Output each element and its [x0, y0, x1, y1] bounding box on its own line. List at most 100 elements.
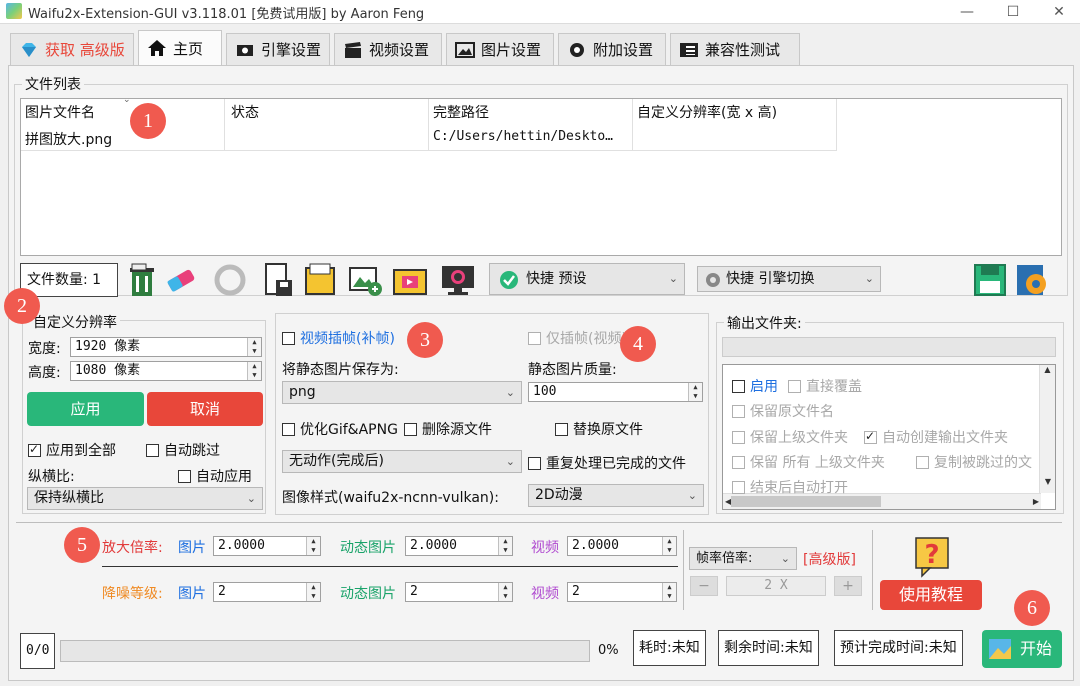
auto-skip-checkbox[interactable]: 自动跳过 [146, 440, 220, 460]
tab-video[interactable]: 视频设置 [334, 33, 442, 65]
divider [102, 566, 678, 567]
scroll-up-icon[interactable]: ▲ [1040, 365, 1055, 374]
after-action-dropdown[interactable]: 无动作(完成后) ⌄ [282, 450, 522, 473]
keep-parent-checkbox[interactable]: 保留上级文件夹 [732, 427, 848, 447]
enable-output-checkbox[interactable]: 启用 [732, 376, 778, 396]
spin-arrows-icon[interactable]: ▲ ▼ [306, 537, 320, 555]
auto-create-folder-checkbox[interactable]: 自动创建输出文件夹 [864, 427, 1008, 447]
header-path[interactable]: 完整路径 [433, 102, 489, 122]
height-label: 高度: [28, 365, 61, 381]
start-button[interactable]: 开始 [982, 630, 1062, 668]
header-status[interactable]: 状态 [231, 102, 259, 122]
format-dropdown[interactable]: png ⌄ [282, 381, 522, 404]
spin-arrows-icon[interactable]: ▲ ▼ [306, 583, 320, 601]
apply-button[interactable]: 应用 [27, 392, 144, 426]
tab-label: 附加设置 [593, 41, 654, 59]
spin-arrows-icon[interactable]: ▲ ▼ [247, 338, 261, 356]
height-input[interactable]: 1080 像素 ▲ ▼ [70, 361, 262, 381]
header-filename[interactable]: 图片文件名 [25, 102, 95, 122]
auto-open-checkbox[interactable]: 结束后自动打开 [732, 477, 848, 497]
spin-arrows-icon[interactable]: ▲ ▼ [662, 537, 676, 555]
auto-apply-checkbox[interactable]: 自动应用 [178, 466, 252, 486]
quality-input[interactable]: 100 ▲ ▼ [528, 382, 703, 402]
progress-count: 0/0 [20, 633, 56, 669]
style-label: 图像样式(waifu2x-ncnn-vulkan): [282, 490, 499, 506]
keep-filename-checkbox[interactable]: 保留原文件名 [732, 401, 834, 421]
scroll-thumb[interactable] [731, 496, 881, 507]
frame-plus-button[interactable]: + [834, 576, 862, 596]
maximize-button[interactable]: ☐ [990, 0, 1036, 24]
overwrite-checkbox[interactable]: 直接覆盖 [788, 376, 862, 396]
settings-file-icon[interactable] [1014, 262, 1050, 298]
optimize-gif-checkbox[interactable]: 优化Gif&APNG [282, 419, 398, 439]
tab-image[interactable]: 图片设置 [446, 33, 554, 65]
eraser-icon[interactable] [164, 262, 200, 298]
video-interpolation-checkbox[interactable]: 视频插帧(补帧) [282, 328, 395, 348]
settings-icon [567, 41, 587, 59]
spin-arrows-icon[interactable]: ▲ ▼ [498, 537, 512, 555]
spin-arrows-icon[interactable]: ▲ ▼ [688, 383, 702, 401]
monitor-power-icon[interactable] [440, 262, 476, 298]
keep-all-parent-checkbox[interactable]: 保留 所有 上级文件夹 [732, 452, 885, 472]
interpolation-only-checkbox[interactable]: 仅插帧(视频) [528, 328, 627, 348]
replace-original-checkbox[interactable]: 替换原文件 [555, 419, 643, 439]
engine-switch-dropdown[interactable]: 快捷 引擎切换 ⌄ [697, 266, 881, 292]
divider [872, 530, 873, 610]
tab-label: 获取 高级版 [45, 41, 125, 59]
cancel-button[interactable]: 取消 [147, 392, 263, 426]
scroll-right-icon[interactable]: ▶ [1033, 494, 1039, 509]
badge-2: 2 [4, 288, 40, 324]
tab-extra[interactable]: 附加设置 [558, 33, 666, 65]
reprocess-checkbox[interactable]: 重复处理已完成的文件 [528, 453, 686, 473]
gear-icon [706, 273, 720, 287]
help-tutorial-button[interactable]: 使用教程 [880, 580, 982, 610]
preset-dropdown[interactable]: 快捷 预设 ⌄ [489, 263, 685, 295]
delete-source-checkbox[interactable]: 删除源文件 [404, 419, 492, 439]
header-resolution[interactable]: 自定义分辨率(宽 x 高) [637, 102, 777, 122]
scale-image-input[interactable]: 2.0000 ▲ ▼ [213, 536, 321, 556]
file-list-table[interactable]: 图片文件名 ⌄ 状态 完整路径 自定义分辨率(宽 x 高) 拼图放大.png C… [20, 95, 1062, 256]
denoise-anim-input[interactable]: 2 ▲ ▼ [405, 582, 513, 602]
divider [16, 522, 1062, 523]
frame-rate-dropdown[interactable]: 帧率倍率: ⌄ [689, 547, 797, 570]
tab-home[interactable]: 主页 [138, 30, 222, 65]
scale-video-input[interactable]: 2.0000 ▲ ▼ [567, 536, 677, 556]
spin-arrows-icon[interactable]: ▲ ▼ [247, 362, 261, 380]
save-list-icon[interactable] [260, 262, 296, 298]
apply-all-checkbox[interactable]: 应用到全部 [28, 440, 116, 460]
trash-icon[interactable] [124, 262, 160, 298]
scroll-down-icon[interactable]: ▼ [1040, 477, 1056, 486]
denoise-image-input[interactable]: 2 ▲ ▼ [213, 582, 321, 602]
engine-icon [235, 41, 255, 59]
gear-check-icon [500, 271, 518, 289]
chevron-down-icon: ⌄ [780, 552, 790, 565]
checklist-icon [679, 41, 699, 59]
denoise-video-input[interactable]: 2 ▲ ▼ [567, 582, 677, 602]
scale-anim-input[interactable]: 2.0000 ▲ ▼ [405, 536, 513, 556]
vertical-scrollbar[interactable]: ▲ ▼ [1039, 365, 1055, 493]
output-path-input[interactable] [722, 337, 1056, 357]
spin-arrows-icon[interactable]: ▲ ▼ [662, 583, 676, 601]
save-settings-icon[interactable] [972, 262, 1008, 298]
tab-engine[interactable]: 引擎设置 [226, 33, 330, 65]
row-filename[interactable]: 拼图放大.png [25, 129, 112, 149]
tab-get-pro[interactable]: 获取 高级版 [10, 33, 134, 65]
open-list-icon[interactable] [302, 262, 338, 298]
add-image-icon[interactable] [348, 262, 384, 298]
refresh-icon[interactable] [212, 262, 248, 298]
frame-minus-button[interactable]: − [690, 576, 718, 596]
progress-bar [60, 640, 590, 662]
style-dropdown[interactable]: 2D动漫 ⌄ [528, 484, 704, 507]
minimize-button[interactable]: — [944, 0, 990, 24]
chevron-down-icon: ⌄ [668, 272, 678, 285]
chevron-down-icon: ⌄ [864, 272, 874, 285]
aspect-dropdown[interactable]: 保持纵横比 ⌄ [27, 487, 263, 510]
copy-skipped-checkbox[interactable]: 复制被跳过的文 [916, 452, 1040, 472]
close-button[interactable]: ✕ [1036, 0, 1080, 24]
row-path[interactable]: C:/Users/hettin/Deskto… [433, 129, 613, 144]
tab-compat[interactable]: 兼容性测试 [670, 33, 800, 65]
open-folder-video-icon[interactable] [392, 262, 428, 298]
width-input[interactable]: 1920 像素 ▲ ▼ [70, 337, 262, 357]
spin-arrows-icon[interactable]: ▲ ▼ [498, 583, 512, 601]
help-question-icon: ? [912, 536, 952, 578]
